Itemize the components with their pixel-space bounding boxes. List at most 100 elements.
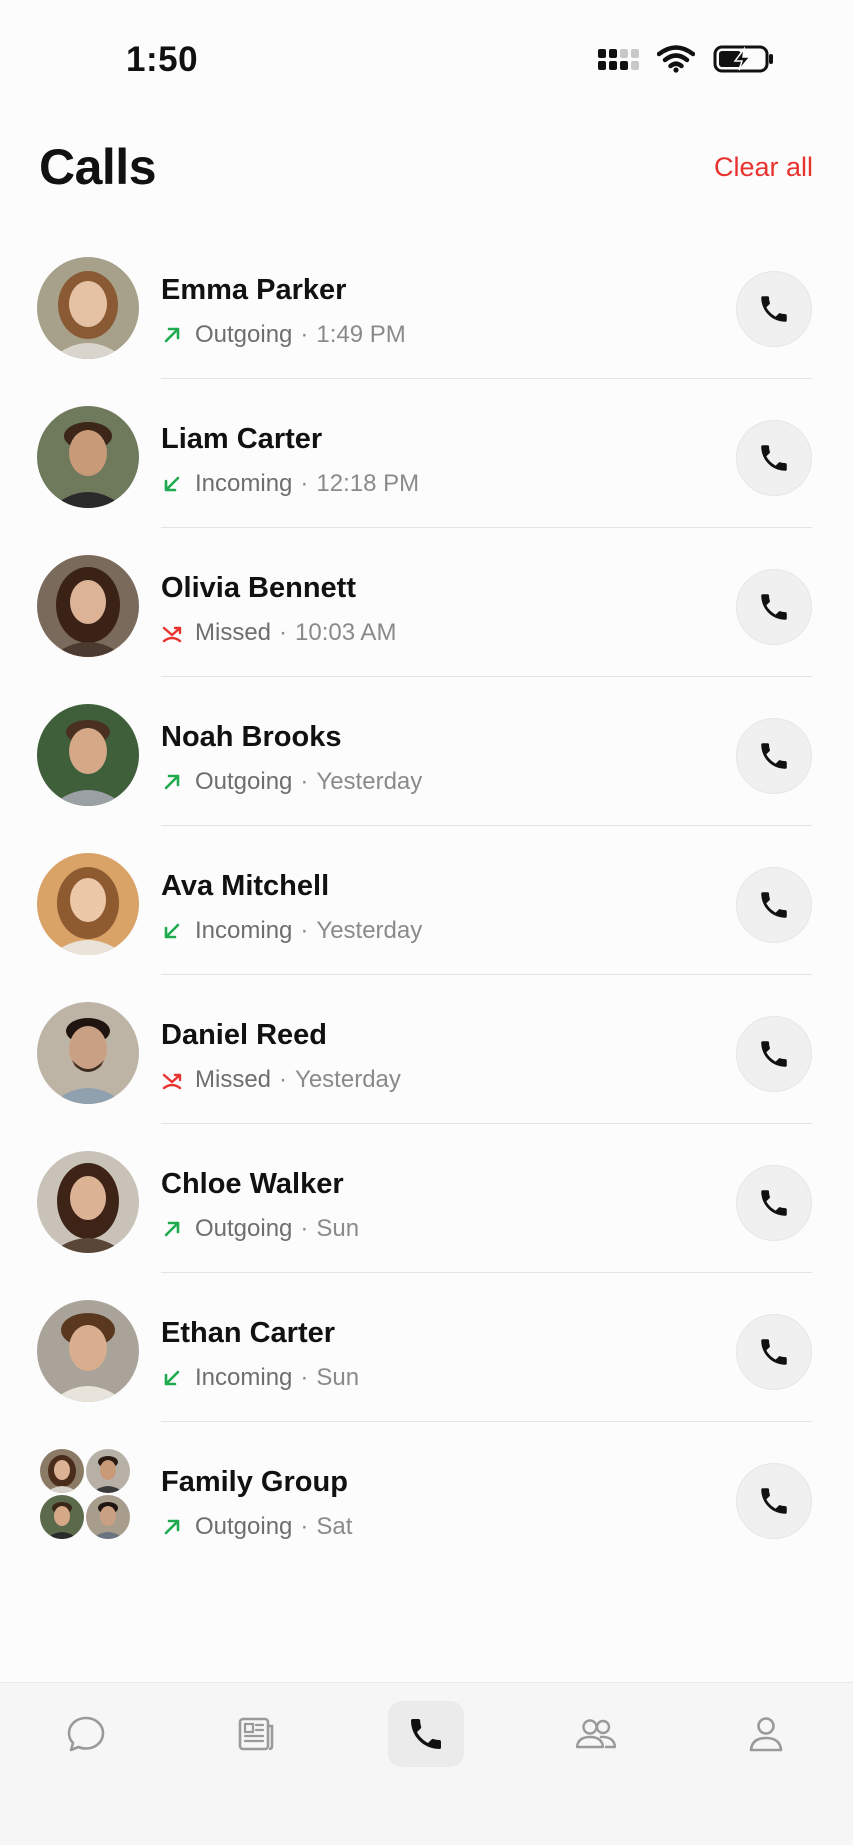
avatar xyxy=(37,257,139,359)
separator-dot: · xyxy=(279,1066,288,1093)
incoming-call-icon xyxy=(164,1370,180,1386)
avatar xyxy=(37,1300,139,1402)
avatar xyxy=(37,1151,139,1253)
call-time: Sun xyxy=(316,1364,360,1391)
people-icon xyxy=(575,1719,617,1749)
separator-dot: · xyxy=(300,1364,309,1391)
status-time: 1:50 xyxy=(126,40,199,79)
call-meta: Outgoing · Yesterday xyxy=(161,768,422,796)
contact-name: Ethan Carter xyxy=(161,1317,336,1349)
contact-name: Liam Carter xyxy=(161,423,323,455)
call-type: Incoming xyxy=(195,470,293,497)
phone-icon xyxy=(761,1190,787,1216)
call-type: Incoming xyxy=(195,1364,293,1391)
status-bar: 1:50 xyxy=(0,0,853,110)
phone-icon xyxy=(761,1339,787,1365)
call-type: Outgoing xyxy=(195,1215,293,1242)
phone-icon xyxy=(411,1719,441,1749)
call-row[interactable]: Ava Mitchell Incoming · Yesterday xyxy=(0,826,853,975)
call-meta: Missed · 10:03 AM xyxy=(161,619,396,647)
call-row[interactable]: Daniel Reed Missed · Yesterday xyxy=(0,975,853,1124)
separator-dot: · xyxy=(300,321,309,348)
separator-dot: · xyxy=(300,470,309,497)
group-member-avatar xyxy=(40,1449,84,1493)
call-meta: Incoming · Yesterday xyxy=(161,917,422,945)
call-type: Incoming xyxy=(195,917,293,944)
call-type: Outgoing xyxy=(195,768,293,795)
call-back-button[interactable] xyxy=(736,1314,812,1390)
call-back-button[interactable] xyxy=(736,1016,812,1092)
call-row[interactable]: Olivia Bennett Missed · 10:03 AM xyxy=(0,528,853,677)
cellular-signal-icon xyxy=(598,48,639,70)
outgoing-call-icon xyxy=(164,327,180,343)
call-time: Yesterday xyxy=(295,1066,401,1093)
call-back-button[interactable] xyxy=(736,1463,812,1539)
outgoing-call-icon xyxy=(164,774,180,790)
call-back-button[interactable] xyxy=(736,271,812,347)
call-back-button[interactable] xyxy=(736,718,812,794)
call-row[interactable]: Family Group Outgoing · Sat xyxy=(0,1422,853,1571)
call-time: Sat xyxy=(316,1513,353,1540)
call-back-button[interactable] xyxy=(736,569,812,645)
call-meta: Missed · Yesterday xyxy=(161,1066,401,1094)
phone-icon xyxy=(761,1488,787,1514)
call-time: Yesterday xyxy=(316,917,423,944)
tab-calls[interactable] xyxy=(388,1701,464,1767)
outgoing-call-icon xyxy=(164,1221,180,1237)
avatar xyxy=(37,704,139,806)
separator-dot: · xyxy=(279,619,288,646)
tab-profile[interactable] xyxy=(728,1701,804,1767)
phone-icon xyxy=(761,594,787,620)
contact-name: Noah Brooks xyxy=(161,721,342,753)
incoming-call-icon xyxy=(164,476,180,492)
call-meta: Incoming · 12:18 PM xyxy=(161,470,419,498)
chat-bubble-icon xyxy=(67,1716,105,1752)
call-list: Emma Parker Outgoing · 1:49 PM Liam Cart… xyxy=(0,230,853,1571)
call-time: 12:18 PM xyxy=(316,470,420,497)
call-back-button[interactable] xyxy=(736,1165,812,1241)
call-type: Outgoing xyxy=(195,321,293,348)
call-time: 10:03 AM xyxy=(295,619,397,646)
contact-name: Olivia Bennett xyxy=(161,572,356,604)
group-member-avatar xyxy=(40,1495,84,1539)
call-time: Yesterday xyxy=(316,768,423,795)
contact-name: Daniel Reed xyxy=(161,1019,327,1051)
group-member-avatar xyxy=(86,1449,130,1493)
call-row[interactable]: Emma Parker Outgoing · 1:49 PM xyxy=(0,230,853,379)
call-meta: Outgoing · Sat xyxy=(161,1513,352,1541)
tab-news[interactable] xyxy=(218,1701,294,1767)
phone-icon xyxy=(761,892,787,918)
newspaper-icon xyxy=(238,1717,274,1751)
contact-name: Ava Mitchell xyxy=(161,870,330,902)
separator-dot: · xyxy=(300,1513,309,1540)
call-row[interactable]: Noah Brooks Outgoing · Yesterday xyxy=(0,677,853,826)
call-back-button[interactable] xyxy=(736,420,812,496)
tab-contacts[interactable] xyxy=(558,1701,634,1767)
call-row[interactable]: Liam Carter Incoming · 12:18 PM xyxy=(0,379,853,528)
missed-call-icon xyxy=(162,1073,182,1090)
call-back-button[interactable] xyxy=(736,867,812,943)
call-time: 1:49 PM xyxy=(316,321,406,348)
separator-dot: · xyxy=(300,768,309,795)
call-row[interactable]: Chloe Walker Outgoing · Sun xyxy=(0,1124,853,1273)
avatar xyxy=(37,1002,139,1104)
avatar xyxy=(37,555,139,657)
contact-name: Emma Parker xyxy=(161,274,347,306)
call-meta: Outgoing · 1:49 PM xyxy=(161,321,406,349)
battery-charging-icon xyxy=(713,45,773,73)
incoming-call-icon xyxy=(164,923,180,939)
call-time: Sun xyxy=(316,1215,360,1242)
phone-icon xyxy=(761,445,787,471)
phone-icon xyxy=(761,743,787,769)
call-row[interactable]: Ethan Carter Incoming · Sun xyxy=(0,1273,853,1422)
clear-all-button[interactable]: Clear all xyxy=(714,152,813,183)
call-meta: Incoming · Sun xyxy=(161,1364,359,1392)
wifi-icon xyxy=(657,45,695,73)
separator-dot: · xyxy=(300,917,309,944)
contact-name: Chloe Walker xyxy=(161,1168,344,1200)
call-type: Outgoing xyxy=(195,1513,293,1540)
tab-chats[interactable] xyxy=(48,1701,124,1767)
status-icons xyxy=(598,44,775,74)
bottom-tab-bar xyxy=(0,1682,853,1845)
call-type: Missed xyxy=(195,1066,272,1093)
